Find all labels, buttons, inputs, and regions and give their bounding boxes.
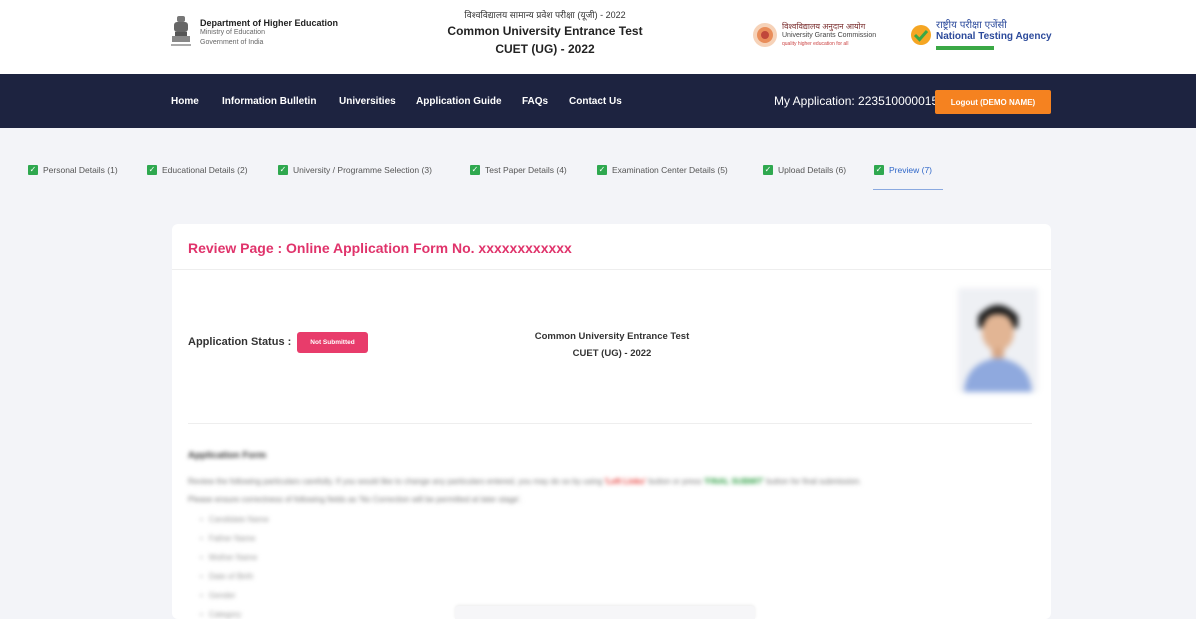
step-label: Upload Details — [778, 165, 834, 175]
nav-faqs[interactable]: FAQs — [522, 96, 548, 107]
checkbox-checked-icon: ✓ — [874, 165, 884, 175]
left-links-text: 'Left Links' — [604, 477, 647, 486]
review-instructions: Review the following particulars careful… — [188, 477, 1038, 486]
step-number: (2) — [237, 165, 248, 175]
national-emblem-icon — [171, 16, 191, 46]
step-upload-details[interactable]: ✓ Upload Details (6) — [763, 165, 846, 175]
section-divider — [188, 423, 1032, 424]
department-block: Department of Higher Education Ministry … — [200, 18, 338, 48]
step-educational-details[interactable]: ✓ Educational Details (2) — [147, 165, 248, 175]
exam-title-english: Common University Entrance Test — [447, 24, 643, 38]
exam-code: CUET (UG) - 2022 — [572, 348, 652, 359]
list-item: Father Name — [200, 532, 269, 551]
step-university-programme-selection[interactable]: ✓ University / Programme Selection (3) — [278, 165, 432, 175]
candidate-photo — [958, 288, 1038, 392]
checkbox-checked-icon: ✓ — [28, 165, 38, 175]
exam-title-code: CUET (UG) - 2022 — [495, 42, 595, 56]
step-number: (3) — [421, 165, 432, 175]
step-label: University / Programme Selection — [293, 165, 420, 175]
candidate-avatar-icon — [958, 288, 1038, 392]
department-name: Department of Higher Education — [200, 18, 339, 28]
step-test-paper-details[interactable]: ✓ Test Paper Details (4) — [470, 165, 567, 175]
nta-text-block: राष्ट्रीय परीक्षा एजेंसी National Testin… — [936, 20, 1052, 42]
instruction-text: Review the following particulars careful… — [188, 477, 605, 486]
main-navbar: Home Information Bulletin Universities A… — [0, 74, 1196, 128]
step-label: Examination Center Details — [612, 165, 715, 175]
list-item: Mother Name — [200, 551, 269, 570]
instruction-text: button or press — [646, 477, 704, 486]
ugc-logo-icon — [753, 23, 777, 47]
checkbox-checked-icon: ✓ — [470, 165, 480, 175]
step-number: (5) — [717, 165, 728, 175]
step-examination-center-details[interactable]: ✓ Examination Center Details (5) — [597, 165, 728, 175]
status-badge: Not Submitted — [297, 332, 368, 353]
correction-warning: Please ensure correctness of following f… — [188, 495, 522, 504]
step-preview[interactable]: ✓ Preview (7) — [874, 165, 932, 175]
step-label: Preview — [889, 165, 920, 175]
ugc-name-hindi: विश्वविद्यालय अनुदान आयोग — [782, 22, 866, 31]
step-number: (6) — [835, 165, 847, 175]
ministry-name: Ministry of Education — [200, 29, 265, 36]
active-step-underline — [873, 189, 943, 190]
government-name: Government of India — [200, 39, 264, 46]
review-card: Review Page : Online Application Form No… — [172, 224, 1051, 619]
application-steps: ✓ Personal Details (1) ✓ Educational Det… — [0, 128, 1196, 198]
step-number: (1) — [107, 165, 118, 175]
nta-logo-icon — [911, 25, 931, 45]
step-label: Educational Details — [162, 165, 235, 175]
application-form-heading: Application Form — [188, 450, 267, 461]
review-card-header: Review Page : Online Application Form No… — [172, 224, 1051, 270]
review-page-title: Review Page : Online Application Form No… — [188, 240, 572, 256]
checkbox-checked-icon: ✓ — [147, 165, 157, 175]
nav-home[interactable]: Home — [171, 96, 199, 107]
step-number: (4) — [556, 165, 567, 175]
ugc-name-english: University Grants Commission — [782, 32, 877, 39]
site-header: Department of Higher Education Ministry … — [0, 0, 1196, 74]
exam-header-title: विश्वविद्यालय सामान्य प्रवेश परीक्षा (यू… — [400, 8, 690, 58]
checkbox-checked-icon: ✓ — [597, 165, 607, 175]
step-number: (7) — [921, 165, 932, 175]
nta-underline-bar — [936, 46, 994, 50]
step-personal-details[interactable]: ✓ Personal Details (1) — [28, 165, 118, 175]
my-application-number: My Application: 223510000015 — [774, 94, 939, 108]
nav-universities[interactable]: Universities — [339, 96, 396, 107]
logout-button[interactable]: Logout (DEMO NAME) — [935, 90, 1051, 114]
step-label: Test Paper Details — [485, 165, 554, 175]
nav-application-guide[interactable]: Application Guide — [416, 96, 502, 107]
exam-title-block: Common University Entrance Test CUET (UG… — [502, 328, 722, 362]
important-fields-list: Candidate Name Father Name Mother Name D… — [200, 513, 269, 619]
application-status-label: Application Status : — [188, 336, 292, 348]
list-item: Candidate Name — [200, 513, 269, 532]
nav-information-bulletin[interactable]: Information Bulletin — [222, 96, 316, 107]
final-submit-text: 'FINAL SUBMIT' — [703, 477, 765, 486]
ugc-text-block: विश्वविद्यालय अनुदान आयोग University Gra… — [782, 22, 876, 49]
instruction-text: button for final submission. — [764, 477, 862, 486]
exam-title-hindi: विश्वविद्यालय सामान्य प्रवेश परीक्षा (यू… — [464, 10, 626, 20]
nta-name-english: National Testing Agency — [936, 31, 1052, 42]
list-item: Category — [200, 608, 269, 619]
bottom-floating-bar — [455, 606, 755, 619]
step-label: Personal Details — [43, 165, 105, 175]
checkbox-checked-icon: ✓ — [763, 165, 773, 175]
exam-name: Common University Entrance Test — [534, 331, 690, 342]
list-item: Date of Birth — [200, 570, 269, 589]
list-item: Gender — [200, 589, 269, 608]
ugc-tagline: quality higher education for all — [782, 41, 849, 47]
checkbox-checked-icon: ✓ — [278, 165, 288, 175]
nta-name-hindi: राष्ट्रीय परीक्षा एजेंसी — [936, 20, 1007, 31]
nav-contact-us[interactable]: Contact Us — [569, 96, 622, 107]
